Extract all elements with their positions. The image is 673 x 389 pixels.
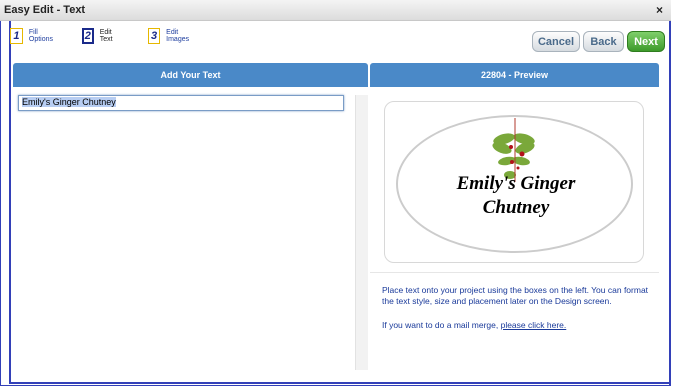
step-label-fill-options: Fill Options	[28, 29, 54, 43]
text-line-input[interactable]: Emily's Ginger Chutney	[18, 95, 344, 111]
step-edit-text[interactable]: 2 Edit Text	[82, 28, 117, 44]
preview-divider	[370, 272, 659, 273]
mail-merge-text: If you want to do a mail merge, please c…	[382, 320, 660, 331]
step-number-2: 2	[82, 28, 94, 44]
next-button[interactable]: Next	[627, 31, 665, 52]
step-number-1: 1	[10, 28, 23, 44]
label-line-1: Emily's Ginger	[456, 173, 576, 194]
close-icon[interactable]: ×	[656, 3, 663, 17]
label-preview-text: Emily's Ginger Chutney	[396, 172, 636, 220]
add-text-header: Add Your Text	[13, 63, 368, 87]
title-bar: Easy Edit - Text ×	[0, 0, 671, 21]
step-edit-images[interactable]: 3 Edit Images	[148, 28, 193, 44]
step-label-edit-text: Edit Text	[99, 29, 113, 43]
mail-merge-prefix: If you want to do a mail merge,	[382, 320, 501, 330]
info-text: Place text onto your project using the b…	[382, 285, 649, 306]
preview-header: 22804 - Preview	[370, 63, 659, 87]
step-fill-options[interactable]: 1 Fill Options	[10, 28, 56, 44]
step-number-3: 3	[148, 28, 161, 44]
dialog-title: Easy Edit - Text	[4, 4, 86, 16]
text-line-value: Emily's Ginger Chutney	[22, 97, 116, 107]
text-entry-panel	[13, 87, 368, 370]
label-line-2: Chutney	[482, 197, 550, 218]
mail-merge-link[interactable]: please click here.	[501, 320, 567, 330]
cancel-button[interactable]: Cancel	[532, 31, 580, 52]
text-panel-scrollbar[interactable]	[355, 95, 368, 370]
step-label-edit-images: Edit Images	[166, 29, 190, 43]
back-button[interactable]: Back	[583, 31, 624, 52]
